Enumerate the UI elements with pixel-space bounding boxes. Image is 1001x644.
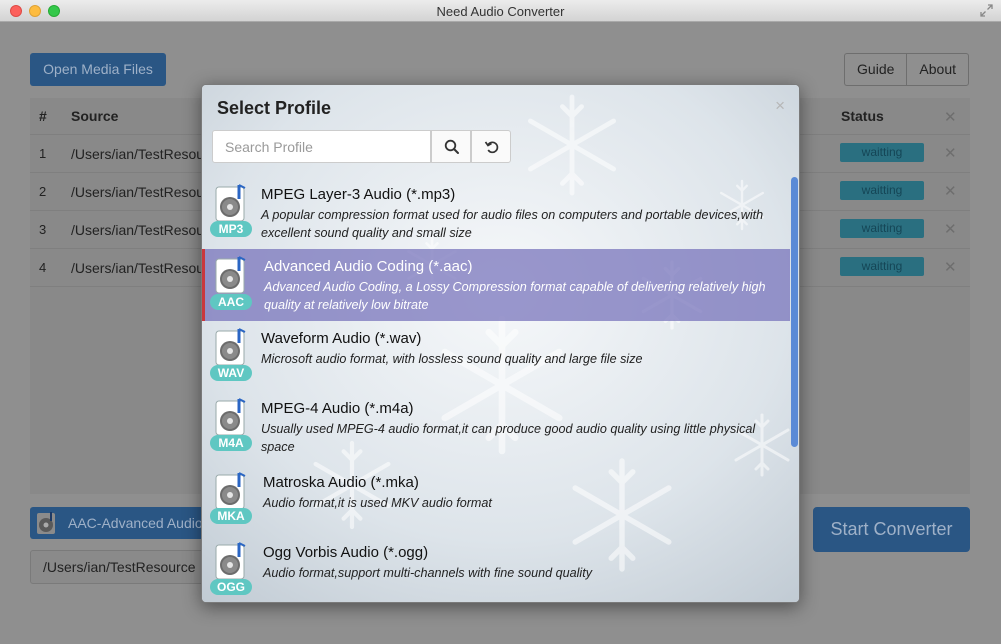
status-badge: waitting [840,181,924,200]
format-badge: M4A [210,435,252,451]
profile-list-scrollbar[interactable] [791,177,798,597]
profile-label: AAC-Advanced Audio [68,515,203,531]
select-profile-dialog: Select Profile × MP3 MPEG Layer-3 Audio … [201,84,800,603]
format-badge: OGG [210,579,252,595]
dialog-title: Select Profile [217,98,332,118]
refresh-icon [484,141,499,154]
remove-row-icon[interactable]: ✕ [944,220,957,238]
profile-description: A popular compression format used for au… [261,208,764,240]
dialog-close-icon[interactable]: × [775,96,785,116]
format-badge: MKA [210,508,252,524]
column-header-source: Source [71,108,119,124]
profile-name: Waveform Audio (*.wav) [261,330,422,347]
row-source: /Users/ian/TestResou [71,222,205,238]
remove-row-icon[interactable]: ✕ [944,258,957,276]
profile-item-wav[interactable]: WAV Waveform Audio (*.wav) Microsoft aud… [202,321,790,391]
format-badge: MP3 [210,221,252,237]
audio-file-icon [215,328,246,366]
profile-name: MPEG-4 Audio (*.m4a) [261,400,414,417]
guide-button[interactable]: Guide [844,53,907,86]
profile-item-mka[interactable]: MKA Matroska Audio (*.mka) Audio format,… [202,465,790,535]
profile-description: Microsoft audio format, with lossless so… [261,352,643,366]
audio-file-icon [215,398,246,436]
profile-name: Advanced Audio Coding (*.aac) [264,258,473,275]
profile-description: Advanced Audio Coding, a Lossy Compressi… [264,280,766,312]
profile-item-m4a[interactable]: M4A MPEG-4 Audio (*.m4a) Usually used MP… [202,391,790,463]
window-title: Need Audio Converter [436,4,565,19]
audio-file-icon [215,184,246,222]
profile-description: Audio format,it is used MKV audio format [263,496,492,510]
profile-item-ogg[interactable]: OGG Ogg Vorbis Audio (*.ogg) Audio forma… [202,535,790,601]
reset-button[interactable] [471,130,511,163]
remove-row-icon[interactable]: ✕ [944,144,957,162]
audio-file-icon [215,256,246,294]
audio-file-icon [37,512,55,534]
row-source: /Users/ian/TestResou [71,146,205,162]
format-badge: AAC [210,294,252,310]
profile-name: MPEG Layer-3 Audio (*.mp3) [261,186,456,203]
open-media-files-button[interactable]: Open Media Files [30,53,166,86]
column-header-status: Status [841,108,884,124]
remove-row-icon[interactable]: ✕ [944,182,957,200]
audio-file-icon [215,472,246,510]
search-button[interactable] [431,130,471,163]
about-button[interactable]: About [906,53,969,86]
row-source: /Users/ian/TestResou [71,184,205,200]
row-number: 4 [39,260,47,275]
scrollbar-thumb[interactable] [791,177,798,447]
profile-name: Matroska Audio (*.mka) [263,474,419,491]
profile-description: Usually used MPEG-4 audio format,it can … [261,422,756,454]
search-profile-input[interactable] [212,130,431,163]
profile-select-button[interactable]: AAC-Advanced Audio [30,507,210,539]
output-path-field[interactable]: /Users/ian/TestResource [30,550,210,584]
profile-name: Ogg Vorbis Audio (*.ogg) [263,544,429,561]
audio-file-icon [215,542,246,580]
column-header-num: # [39,108,47,124]
row-number: 1 [39,146,47,161]
profile-item-mp3[interactable]: MP3 MPEG Layer-3 Audio (*.mp3) A popular… [202,177,790,249]
status-badge: waitting [840,219,924,238]
profile-item-aac[interactable]: AAC Advanced Audio Coding (*.aac) Advanc… [202,249,790,321]
status-badge: waitting [840,257,924,276]
profile-list: MP3 MPEG Layer-3 Audio (*.mp3) A popular… [202,177,790,601]
row-source: /Users/ian/TestResou [71,260,205,276]
row-number: 3 [39,222,47,237]
clear-all-icon[interactable]: ✕ [944,108,957,126]
status-badge: waitting [840,143,924,162]
format-badge: WAV [210,365,252,381]
row-number: 2 [39,184,47,199]
fullscreen-icon[interactable] [980,4,993,17]
title-bar: Need Audio Converter [0,0,1001,22]
help-button-group: Guide About [844,53,969,86]
start-converter-button[interactable]: Start Converter [813,507,970,552]
profile-description: Audio format,support multi-channels with… [263,566,593,580]
search-icon [444,139,459,154]
